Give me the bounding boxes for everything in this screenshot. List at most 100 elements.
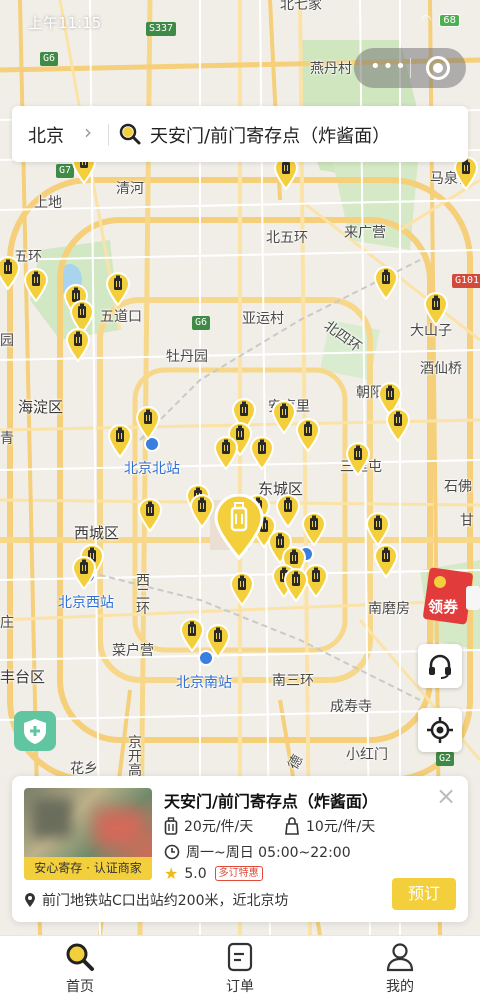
luggage-price: 20元/件/天 <box>164 816 253 836</box>
customer-service-button[interactable] <box>418 644 462 688</box>
tab-profile-label: 我的 <box>386 979 414 995</box>
map-label: 北五环 <box>266 230 308 246</box>
map-label: 五道口 <box>100 309 142 325</box>
road-shield: G2 <box>436 752 455 766</box>
map-label: 海淀区 <box>18 398 64 416</box>
map-label: 酒仙桥 <box>420 361 462 377</box>
tab-home-label: 首页 <box>66 979 94 995</box>
storage-point-pin[interactable] <box>138 498 162 532</box>
map-label: 燕丹村 <box>310 61 352 77</box>
bag-icon <box>285 817 299 835</box>
promo-tag: 多订特惠 <box>214 866 263 881</box>
road-shield: G101 <box>452 274 480 288</box>
storage-point-pin[interactable] <box>136 406 160 440</box>
map-label: 南三环 <box>272 673 314 689</box>
storage-point-pin[interactable] <box>346 442 370 476</box>
close-miniprogram-icon[interactable] <box>426 56 450 80</box>
locate-button[interactable] <box>418 708 462 752</box>
capsule-divider <box>410 58 411 78</box>
tab-bar: 首页 订单 我的 <box>0 935 480 999</box>
user-icon <box>386 943 414 972</box>
map-label: 北京南站 <box>176 675 232 691</box>
city-selector[interactable]: 北京 <box>28 122 64 148</box>
map-label: 甘 <box>460 513 474 529</box>
store-detail-card[interactable]: 安心寄存 · 认证商家 天安门/前门寄存点（炸酱面） × 20元/件/天 10元… <box>12 776 468 922</box>
close-card-button[interactable]: × <box>436 782 456 810</box>
storage-point-pin[interactable] <box>374 266 398 300</box>
map-label: 北京北站 <box>124 461 180 477</box>
search-home-icon <box>66 943 94 971</box>
map-label: 京开高 <box>128 735 142 779</box>
map-label: 南磨房 <box>368 601 410 617</box>
map-label: 青 <box>0 431 14 447</box>
status-time: 上午11:15 <box>28 14 102 32</box>
more-icon[interactable]: ••• <box>370 58 408 76</box>
map-label: 清河 <box>116 181 144 197</box>
storage-point-pin[interactable] <box>214 436 238 470</box>
book-button[interactable]: 预订 <box>392 878 456 910</box>
bag-price-text: 10元/件/天 <box>306 819 376 835</box>
store-title: 天安门/前门寄存点（炸酱面） <box>164 792 378 811</box>
storage-point-pin[interactable] <box>374 544 398 578</box>
search-bar[interactable]: 北京 › 天安门/前门寄存点（炸酱面） <box>12 106 468 162</box>
map-label: 园 <box>0 333 14 349</box>
certified-badge: 安心寄存 · 认证商家 <box>24 857 152 880</box>
headset-icon <box>429 654 451 679</box>
storage-point-pin[interactable] <box>296 418 320 452</box>
storage-point-pin[interactable] <box>250 436 274 470</box>
address-text: 前门地铁站C口出站约200米，近北京坊 <box>42 893 289 909</box>
storage-point-pin[interactable] <box>190 494 214 528</box>
storage-point-pin[interactable] <box>284 568 308 602</box>
storage-point-pin[interactable] <box>424 292 448 326</box>
bag-price: 10元/件/天 <box>284 816 375 836</box>
selected-location-pin[interactable] <box>214 493 264 561</box>
map-label: 北京西站 <box>58 595 114 611</box>
status-bar: 上午11:15 ◠ 68 <box>0 0 480 44</box>
map-label: 成寿寺 <box>330 699 372 715</box>
search-input[interactable]: 天安门/前门寄存点（炸酱面） <box>150 122 390 148</box>
search-divider <box>108 124 109 146</box>
storage-point-pin[interactable] <box>386 408 410 442</box>
storage-point-pin[interactable] <box>0 256 20 290</box>
storage-point-pin[interactable] <box>230 572 254 606</box>
tab-orders[interactable]: 订单 <box>160 936 320 999</box>
status-icons: ◠ 68 <box>421 12 460 27</box>
storage-point-pin[interactable] <box>180 618 204 652</box>
location-pin-icon <box>25 893 35 907</box>
storage-point-pin[interactable] <box>24 268 48 302</box>
storage-point-pin[interactable] <box>206 624 230 658</box>
road-shield: G6 <box>40 52 59 66</box>
suitcase-icon <box>164 817 178 835</box>
storage-point-pin[interactable] <box>272 400 296 434</box>
tab-profile[interactable]: 我的 <box>320 936 480 999</box>
chevron-right-icon[interactable]: › <box>84 120 92 144</box>
map-label: 庄 <box>0 615 14 631</box>
tab-orders-label: 订单 <box>226 979 254 995</box>
safety-shield-button[interactable] <box>14 711 56 751</box>
search-icon <box>118 122 142 150</box>
wifi-icon: ◠ <box>420 12 432 26</box>
opening-hours: 周一~周日 05:00~22:00 <box>164 842 351 862</box>
map-label: 小红门 <box>346 747 388 763</box>
storage-point-pin[interactable] <box>366 512 390 546</box>
storage-point-pin[interactable] <box>106 272 130 306</box>
storage-point-pin[interactable] <box>108 424 132 458</box>
storage-point-pin[interactable] <box>302 512 326 546</box>
battery-icon: 68 <box>439 14 460 27</box>
store-address: 前门地铁站C口出站约200米，近北京坊 <box>24 890 289 910</box>
map-label: 来广营 <box>344 225 386 241</box>
coupon-label: 领券 <box>428 598 459 616</box>
map-label: 丰台区 <box>0 668 46 686</box>
clock-icon <box>164 844 180 860</box>
storage-point-pin[interactable] <box>72 556 96 590</box>
storage-point-pin[interactable] <box>276 494 300 528</box>
order-icon <box>227 942 253 972</box>
map-label: 牡丹园 <box>166 349 208 365</box>
shield-plus-icon <box>24 719 46 744</box>
map-label: 上地 <box>34 195 62 211</box>
map-label: 亚运村 <box>242 311 284 327</box>
storage-point-pin[interactable] <box>66 328 90 362</box>
coupon-button[interactable]: 领券 <box>422 566 480 626</box>
mini-program-capsule[interactable]: ••• <box>354 48 466 88</box>
tab-home[interactable]: 首页 <box>0 936 160 999</box>
